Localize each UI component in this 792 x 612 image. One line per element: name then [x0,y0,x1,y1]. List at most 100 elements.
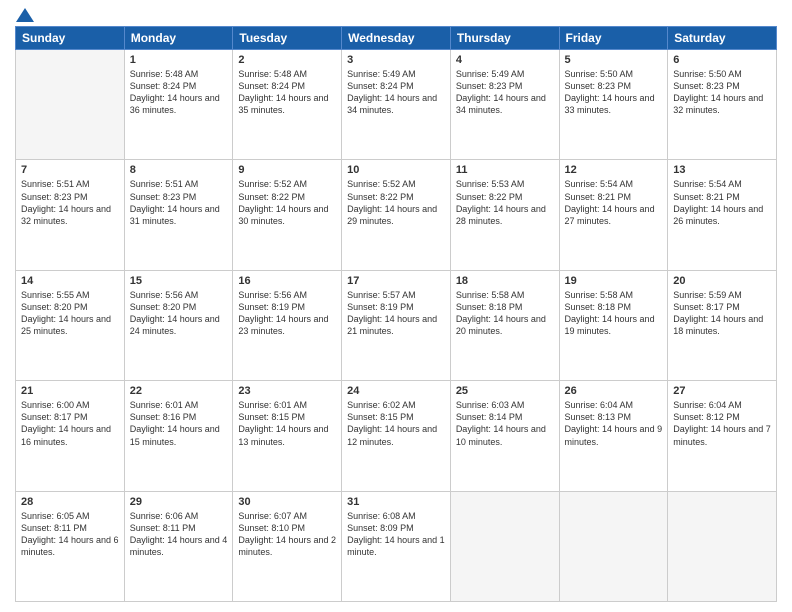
calendar-cell: 19 Sunrise: 5:58 AMSunset: 8:18 PMDaylig… [559,270,668,380]
calendar-cell: 8 Sunrise: 5:51 AMSunset: 8:23 PMDayligh… [124,160,233,270]
weekday-header-saturday: Saturday [668,27,777,50]
day-number: 5 [565,54,663,66]
day-number: 13 [673,164,771,176]
calendar-table: SundayMondayTuesdayWednesdayThursdayFrid… [15,26,777,602]
day-number: 10 [347,164,445,176]
day-info: Sunrise: 5:54 AMSunset: 8:21 PMDaylight:… [673,178,771,227]
day-info: Sunrise: 5:52 AMSunset: 8:22 PMDaylight:… [238,178,336,227]
day-number: 14 [21,275,119,287]
calendar-cell: 31 Sunrise: 6:08 AMSunset: 8:09 PMDaylig… [342,491,451,601]
day-info: Sunrise: 5:51 AMSunset: 8:23 PMDaylight:… [21,178,119,227]
calendar-cell: 13 Sunrise: 5:54 AMSunset: 8:21 PMDaylig… [668,160,777,270]
calendar-cell: 18 Sunrise: 5:58 AMSunset: 8:18 PMDaylig… [450,270,559,380]
weekday-header-monday: Monday [124,27,233,50]
day-info: Sunrise: 6:06 AMSunset: 8:11 PMDaylight:… [130,510,228,559]
week-row-0: 1 Sunrise: 5:48 AMSunset: 8:24 PMDayligh… [16,50,777,160]
day-info: Sunrise: 6:04 AMSunset: 8:13 PMDaylight:… [565,399,663,448]
weekday-header-friday: Friday [559,27,668,50]
day-number: 24 [347,385,445,397]
day-number: 18 [456,275,554,287]
calendar-cell: 22 Sunrise: 6:01 AMSunset: 8:16 PMDaylig… [124,381,233,491]
calendar-cell: 23 Sunrise: 6:01 AMSunset: 8:15 PMDaylig… [233,381,342,491]
day-number: 25 [456,385,554,397]
day-number: 1 [130,54,228,66]
weekday-header-thursday: Thursday [450,27,559,50]
day-info: Sunrise: 5:58 AMSunset: 8:18 PMDaylight:… [456,289,554,338]
day-number: 19 [565,275,663,287]
day-info: Sunrise: 5:54 AMSunset: 8:21 PMDaylight:… [565,178,663,227]
day-number: 22 [130,385,228,397]
day-number: 4 [456,54,554,66]
calendar-cell: 24 Sunrise: 6:02 AMSunset: 8:15 PMDaylig… [342,381,451,491]
day-number: 28 [21,496,119,508]
week-row-3: 21 Sunrise: 6:00 AMSunset: 8:17 PMDaylig… [16,381,777,491]
calendar-cell: 17 Sunrise: 5:57 AMSunset: 8:19 PMDaylig… [342,270,451,380]
day-info: Sunrise: 6:02 AMSunset: 8:15 PMDaylight:… [347,399,445,448]
week-row-4: 28 Sunrise: 6:05 AMSunset: 8:11 PMDaylig… [16,491,777,601]
day-info: Sunrise: 5:52 AMSunset: 8:22 PMDaylight:… [347,178,445,227]
day-number: 27 [673,385,771,397]
calendar-cell: 4 Sunrise: 5:49 AMSunset: 8:23 PMDayligh… [450,50,559,160]
day-info: Sunrise: 5:48 AMSunset: 8:24 PMDaylight:… [238,68,336,117]
day-number: 21 [21,385,119,397]
calendar-cell: 10 Sunrise: 5:52 AMSunset: 8:22 PMDaylig… [342,160,451,270]
calendar-cell: 29 Sunrise: 6:06 AMSunset: 8:11 PMDaylig… [124,491,233,601]
day-info: Sunrise: 5:55 AMSunset: 8:20 PMDaylight:… [21,289,119,338]
day-info: Sunrise: 6:00 AMSunset: 8:17 PMDaylight:… [21,399,119,448]
day-info: Sunrise: 5:50 AMSunset: 8:23 PMDaylight:… [565,68,663,117]
day-info: Sunrise: 5:51 AMSunset: 8:23 PMDaylight:… [130,178,228,227]
weekday-header-tuesday: Tuesday [233,27,342,50]
week-row-2: 14 Sunrise: 5:55 AMSunset: 8:20 PMDaylig… [16,270,777,380]
weekday-header-row: SundayMondayTuesdayWednesdayThursdayFrid… [16,27,777,50]
logo [15,10,34,20]
day-info: Sunrise: 6:01 AMSunset: 8:15 PMDaylight:… [238,399,336,448]
calendar-cell [668,491,777,601]
day-info: Sunrise: 5:49 AMSunset: 8:24 PMDaylight:… [347,68,445,117]
day-info: Sunrise: 5:49 AMSunset: 8:23 PMDaylight:… [456,68,554,117]
calendar-cell: 30 Sunrise: 6:07 AMSunset: 8:10 PMDaylig… [233,491,342,601]
calendar-cell: 9 Sunrise: 5:52 AMSunset: 8:22 PMDayligh… [233,160,342,270]
calendar-cell [16,50,125,160]
page: SundayMondayTuesdayWednesdayThursdayFrid… [0,0,792,612]
day-number: 11 [456,164,554,176]
calendar-cell: 11 Sunrise: 5:53 AMSunset: 8:22 PMDaylig… [450,160,559,270]
calendar-cell: 27 Sunrise: 6:04 AMSunset: 8:12 PMDaylig… [668,381,777,491]
day-number: 20 [673,275,771,287]
calendar-cell: 2 Sunrise: 5:48 AMSunset: 8:24 PMDayligh… [233,50,342,160]
calendar-cell: 3 Sunrise: 5:49 AMSunset: 8:24 PMDayligh… [342,50,451,160]
day-number: 7 [21,164,119,176]
calendar-cell: 12 Sunrise: 5:54 AMSunset: 8:21 PMDaylig… [559,160,668,270]
day-info: Sunrise: 5:59 AMSunset: 8:17 PMDaylight:… [673,289,771,338]
day-info: Sunrise: 6:08 AMSunset: 8:09 PMDaylight:… [347,510,445,559]
header [15,10,777,20]
day-number: 26 [565,385,663,397]
day-number: 3 [347,54,445,66]
calendar-cell: 25 Sunrise: 6:03 AMSunset: 8:14 PMDaylig… [450,381,559,491]
calendar-cell: 28 Sunrise: 6:05 AMSunset: 8:11 PMDaylig… [16,491,125,601]
day-info: Sunrise: 5:50 AMSunset: 8:23 PMDaylight:… [673,68,771,117]
day-info: Sunrise: 6:04 AMSunset: 8:12 PMDaylight:… [673,399,771,448]
calendar-cell: 7 Sunrise: 5:51 AMSunset: 8:23 PMDayligh… [16,160,125,270]
day-info: Sunrise: 5:57 AMSunset: 8:19 PMDaylight:… [347,289,445,338]
week-row-1: 7 Sunrise: 5:51 AMSunset: 8:23 PMDayligh… [16,160,777,270]
day-info: Sunrise: 6:03 AMSunset: 8:14 PMDaylight:… [456,399,554,448]
day-info: Sunrise: 5:48 AMSunset: 8:24 PMDaylight:… [130,68,228,117]
day-number: 31 [347,496,445,508]
calendar-cell: 5 Sunrise: 5:50 AMSunset: 8:23 PMDayligh… [559,50,668,160]
calendar-cell: 26 Sunrise: 6:04 AMSunset: 8:13 PMDaylig… [559,381,668,491]
calendar-cell: 21 Sunrise: 6:00 AMSunset: 8:17 PMDaylig… [16,381,125,491]
day-number: 6 [673,54,771,66]
day-number: 30 [238,496,336,508]
calendar-cell: 14 Sunrise: 5:55 AMSunset: 8:20 PMDaylig… [16,270,125,380]
day-number: 16 [238,275,336,287]
calendar-cell [559,491,668,601]
day-info: Sunrise: 5:58 AMSunset: 8:18 PMDaylight:… [565,289,663,338]
day-info: Sunrise: 6:05 AMSunset: 8:11 PMDaylight:… [21,510,119,559]
day-number: 12 [565,164,663,176]
calendar-cell: 15 Sunrise: 5:56 AMSunset: 8:20 PMDaylig… [124,270,233,380]
calendar-cell [450,491,559,601]
calendar-cell: 20 Sunrise: 5:59 AMSunset: 8:17 PMDaylig… [668,270,777,380]
calendar-cell: 6 Sunrise: 5:50 AMSunset: 8:23 PMDayligh… [668,50,777,160]
day-info: Sunrise: 5:56 AMSunset: 8:19 PMDaylight:… [238,289,336,338]
day-number: 15 [130,275,228,287]
